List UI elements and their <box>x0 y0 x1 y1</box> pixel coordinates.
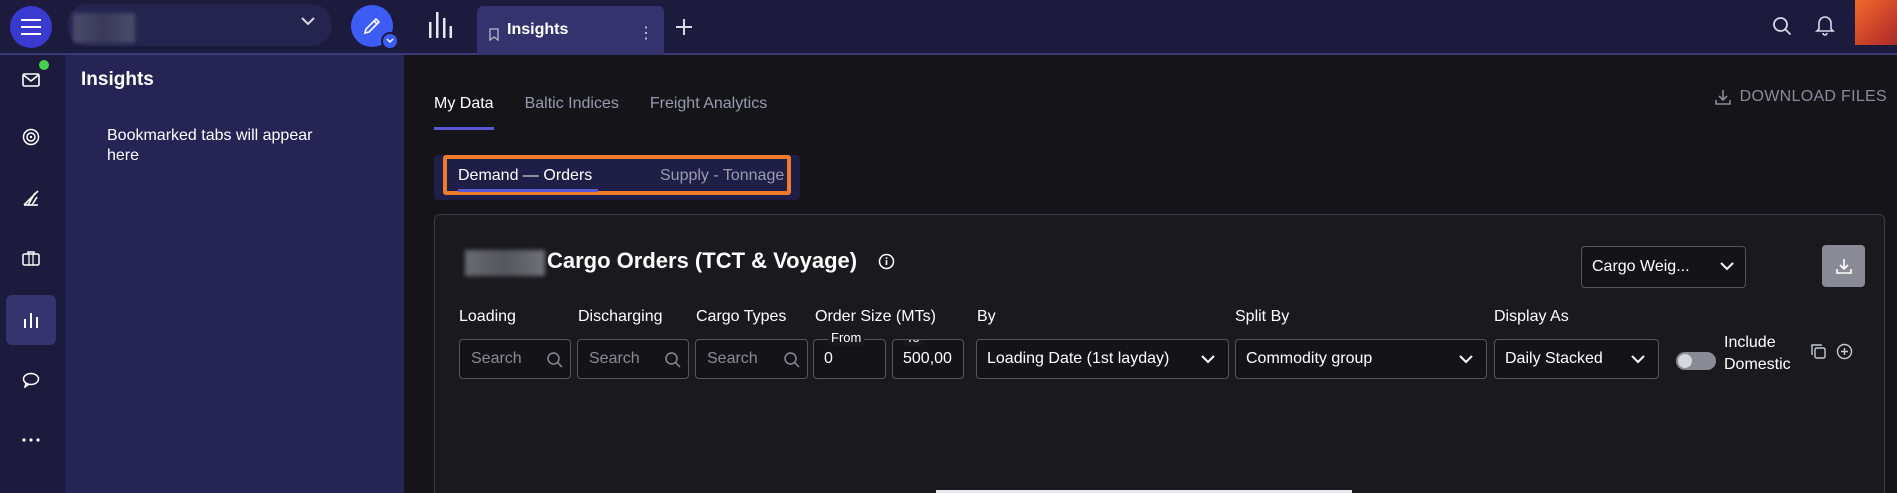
rail-item-portfolio[interactable] <box>6 233 56 283</box>
loading-search-input[interactable]: Search <box>459 339 571 379</box>
tab-insights[interactable]: Insights ⋮ <box>477 6 664 55</box>
redacted-title-prefix <box>465 250 545 276</box>
plus-circle-icon[interactable] <box>1836 343 1853 360</box>
by-label: By <box>977 308 996 325</box>
tab-options-button[interactable]: ⋮ <box>638 23 654 43</box>
hamburger-icon <box>21 19 41 35</box>
plus-icon[interactable] <box>674 17 694 37</box>
chevron-down-icon <box>1459 355 1473 364</box>
tab-freight-analytics[interactable]: Freight Analytics <box>650 95 767 130</box>
info-icon[interactable] <box>878 253 895 270</box>
order-size-label: Order Size (MTs) <box>815 308 936 325</box>
metric-select[interactable]: Cargo Weig... <box>1581 246 1746 288</box>
rail-item-tracking[interactable] <box>6 112 56 162</box>
order-size-to-value: 500,00 <box>903 350 952 367</box>
search-icon <box>665 352 681 368</box>
download-chart-button[interactable] <box>1822 245 1865 287</box>
include-domestic-toggle[interactable] <box>1676 352 1716 370</box>
card-title: Cargo Orders (TCT & Voyage) <box>547 248 858 273</box>
cargo-types-search-placeholder: Search <box>707 350 758 367</box>
bar-chart-icon[interactable] <box>427 10 453 40</box>
order-size-to-input[interactable]: To 500,00 <box>892 339 964 379</box>
discharging-search-placeholder: Search <box>589 350 640 367</box>
panel-empty-message: Bookmarked tabs will appear here <box>107 127 313 164</box>
chevron-down-icon <box>1201 355 1215 364</box>
toggle-knob <box>1678 354 1692 368</box>
rail-item-charts[interactable] <box>6 173 56 223</box>
mail-icon <box>22 73 40 87</box>
by-select[interactable]: Loading Date (1st layday) <box>976 339 1229 379</box>
by-select-value: Loading Date (1st layday) <box>987 350 1170 367</box>
display-as-label: Display As <box>1494 308 1569 325</box>
rail-item-chat[interactable] <box>6 355 56 405</box>
discharging-search-input[interactable]: Search <box>577 339 689 379</box>
panel-title: Insights <box>81 69 154 90</box>
more-horizontal-icon <box>22 438 40 442</box>
online-status-badge <box>39 60 49 70</box>
cargo-orders-card: Cargo Orders (TCT & Voyage) Cargo Weig..… <box>434 214 1885 493</box>
data-tabs: My Data Baltic Indices Freight Analytics <box>434 95 767 130</box>
chevron-down-icon <box>1720 262 1734 271</box>
menu-button[interactable] <box>10 6 52 48</box>
pencil-icon <box>363 17 381 35</box>
chevron-down-icon <box>301 17 315 26</box>
top-bar: Insights ⋮ <box>0 0 1897 55</box>
cargo-types-search-input[interactable]: Search <box>695 339 808 379</box>
rail-item-more[interactable] <box>6 415 56 465</box>
download-icon <box>1714 90 1731 105</box>
subtab-demand-orders[interactable]: Demand — Orders <box>458 167 598 192</box>
bookmark-icon <box>489 28 499 41</box>
nav-rail <box>0 55 65 493</box>
sub-tabs: Demand — Orders Supply - Tonnage <box>434 155 800 200</box>
workspace-selector[interactable] <box>67 4 332 46</box>
workspace-name-redacted <box>73 13 135 43</box>
compose-options-button[interactable] <box>381 32 399 50</box>
chat-icon <box>22 372 40 388</box>
discharging-label: Discharging <box>578 308 663 325</box>
to-label: To <box>903 340 923 345</box>
cargo-types-label: Cargo Types <box>696 308 787 325</box>
bar-chart-icon <box>24 313 38 328</box>
split-by-label: Split By <box>1235 308 1290 325</box>
radar-icon <box>22 128 40 146</box>
tab-baltic-indices[interactable]: Baltic Indices <box>525 95 619 130</box>
download-files-button[interactable]: DOWNLOAD FILES <box>1714 88 1887 106</box>
bell-icon[interactable] <box>1815 14 1835 36</box>
copy-icon[interactable] <box>1810 343 1827 360</box>
search-icon <box>547 352 563 368</box>
chevron-down-icon <box>1631 355 1645 364</box>
split-by-select-value: Commodity group <box>1246 350 1373 367</box>
chevron-down-icon <box>386 38 394 44</box>
order-size-from-input[interactable]: From 0 <box>813 330 886 379</box>
display-as-select-value: Daily Stacked <box>1505 350 1603 367</box>
order-size-from-value: 0 <box>824 350 833 367</box>
include-domestic-label: Include Domestic <box>1724 334 1791 373</box>
main-content: My Data Baltic Indices Freight Analytics… <box>404 57 1897 493</box>
download-icon <box>1835 259 1852 274</box>
subtab-demand-orders-label: Demand — Orders <box>458 167 593 184</box>
download-files-label: DOWNLOAD FILES <box>1739 88 1887 105</box>
tab-my-data[interactable]: My Data <box>434 95 494 130</box>
stacked-chart-icon <box>23 190 39 206</box>
search-icon <box>784 352 800 368</box>
avatar[interactable] <box>1855 0 1897 45</box>
display-as-select[interactable]: Daily Stacked <box>1494 339 1659 379</box>
subtab-supply-tonnage[interactable]: Supply - Tonnage <box>660 167 784 185</box>
metric-select-value: Cargo Weig... <box>1592 258 1690 275</box>
tab-insights-label: Insights <box>507 21 569 38</box>
briefcase-icon <box>22 251 40 266</box>
rail-item-insights[interactable] <box>6 295 56 345</box>
split-by-select[interactable]: Commodity group <box>1235 339 1487 379</box>
compose-button[interactable] <box>351 5 399 50</box>
search-icon[interactable] <box>1772 16 1792 36</box>
loading-search-placeholder: Search <box>471 350 522 367</box>
active-subtab-indicator <box>458 189 598 192</box>
insights-panel: Insights Bookmarked tabs will appear her… <box>65 55 404 493</box>
from-label: From <box>828 330 865 345</box>
loading-label: Loading <box>459 308 516 325</box>
